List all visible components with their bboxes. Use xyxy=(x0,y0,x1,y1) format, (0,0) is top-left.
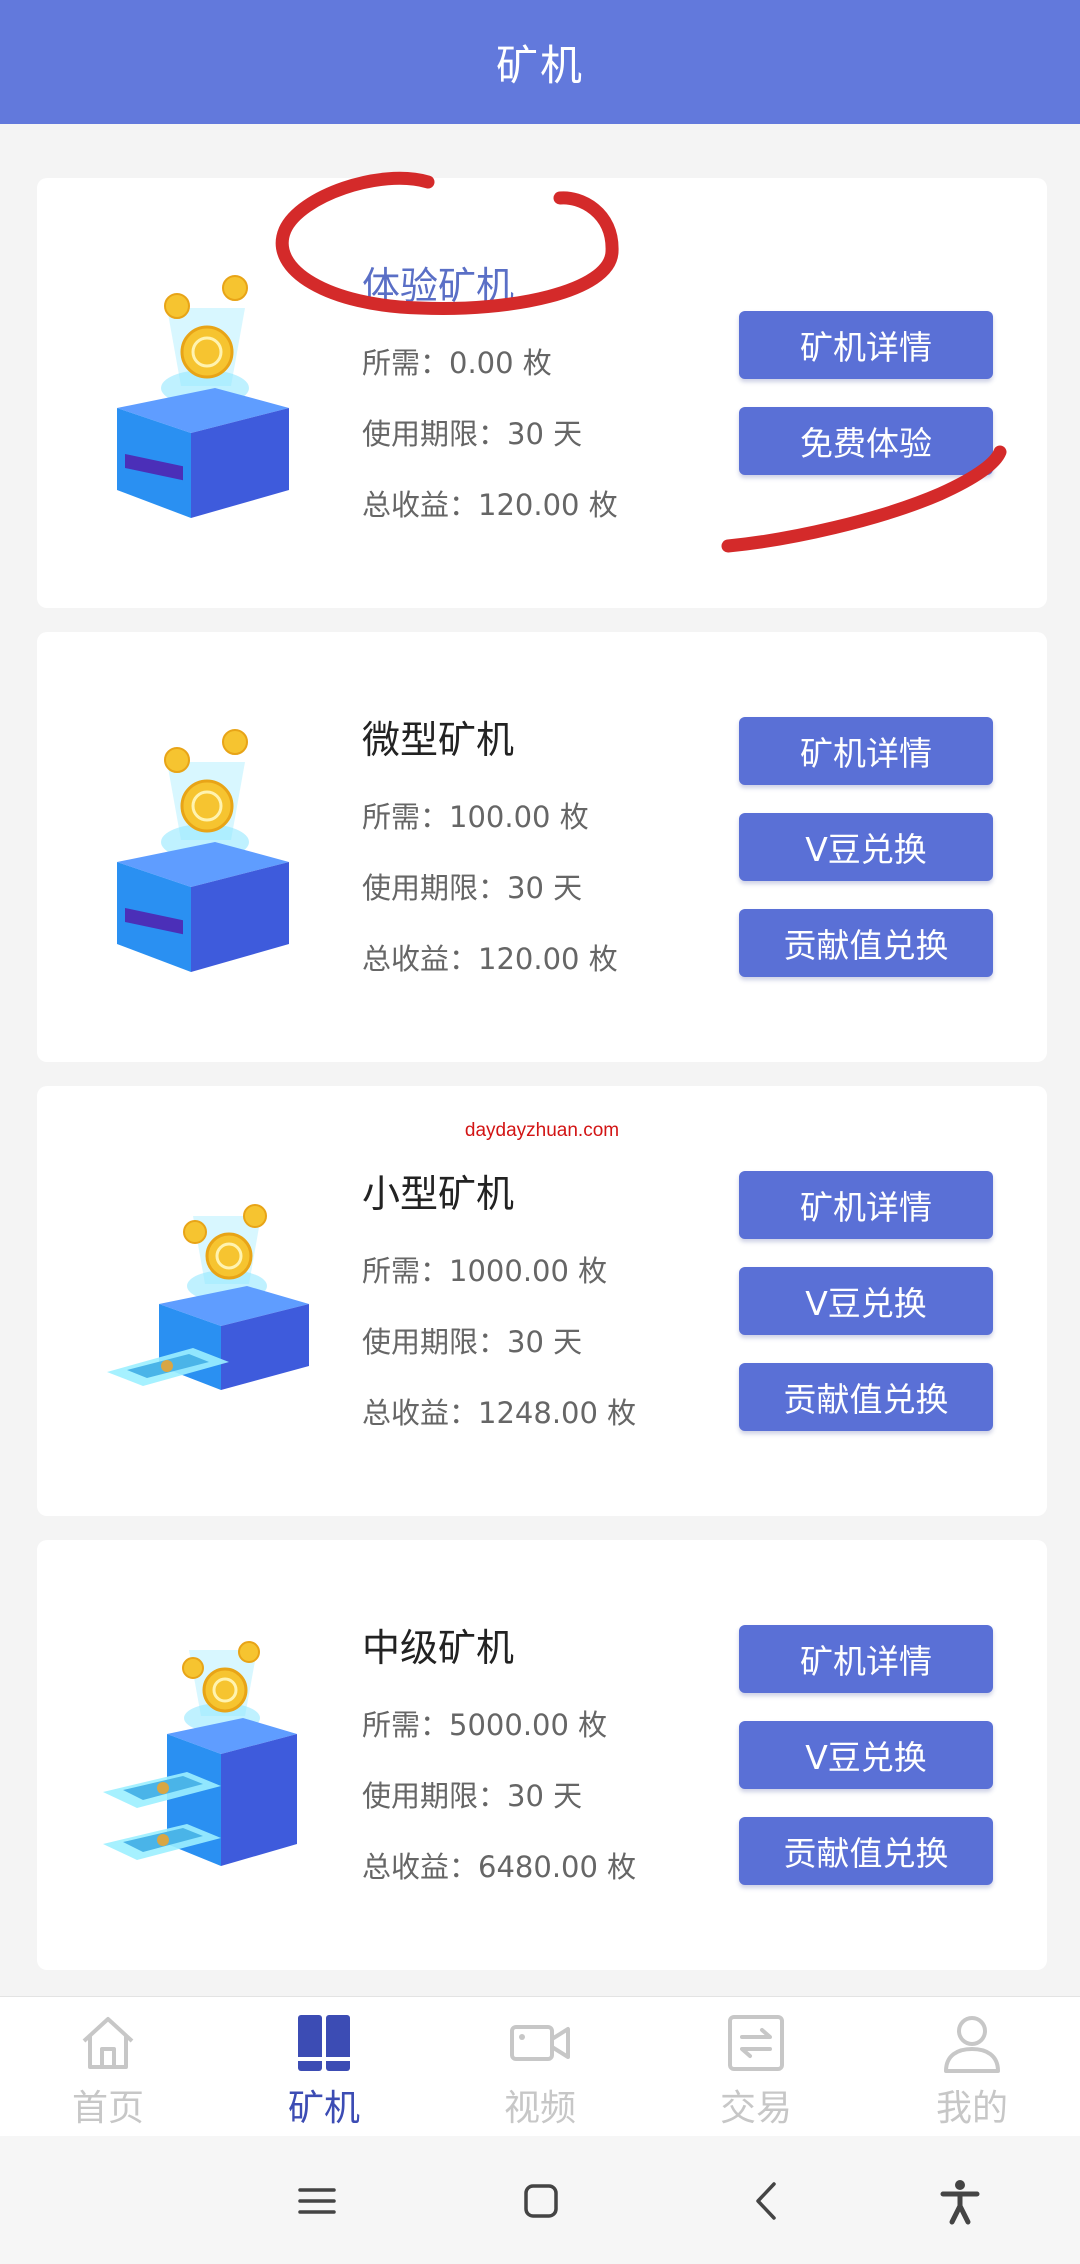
miner-period: 使用期限：30 天 xyxy=(362,871,583,905)
miner-income: 总收益：6480.00 枚 xyxy=(362,1850,637,1884)
miner-box-icon xyxy=(117,275,289,518)
accessibility-icon[interactable] xyxy=(935,2176,985,2226)
tab-label: 视频 xyxy=(503,2088,576,2129)
miner-actions: 矿机详情 V豆兑换 贡献值兑换 xyxy=(739,1086,993,1516)
tab-trade[interactable]: 交易 xyxy=(648,1997,864,2136)
miner-period: 使用期限：30 天 xyxy=(362,1325,583,1359)
miner-card: 中级矿机 所需：5000.00 枚 使用期限：30 天 总收益：6480.00 … xyxy=(37,1540,1047,1970)
tab-label: 首页 xyxy=(71,2088,144,2129)
miner-info: 中级矿机 所需：5000.00 枚 使用期限：30 天 总收益：6480.00 … xyxy=(362,1618,742,1903)
miner-details-button[interactable]: 矿机详情 xyxy=(739,1171,993,1239)
miner-name: 小型矿机 xyxy=(362,1172,515,1216)
tab-label: 矿机 xyxy=(287,2088,360,2129)
miner-box-icon xyxy=(103,1641,297,1866)
exchange-icon xyxy=(728,2015,784,2071)
v-bean-exchange-button[interactable]: V豆兑换 xyxy=(739,1267,993,1335)
system-navigation-bar xyxy=(0,2136,1080,2264)
miner-card: daydayzhuan.com 小型矿机 所需：1000.00 枚 使用期限：3… xyxy=(37,1086,1047,1516)
v-bean-exchange-button[interactable]: V豆兑换 xyxy=(739,1721,993,1789)
miner-price: 所需：0.00 枚 xyxy=(362,346,552,380)
miner-income: 总收益：120.00 枚 xyxy=(362,942,618,976)
miner-box-icon xyxy=(107,1204,309,1390)
miner-card: 微型矿机 所需：100.00 枚 使用期限：30 天 总收益：120.00 枚 … xyxy=(37,632,1047,1062)
person-icon xyxy=(944,2016,1000,2073)
miner-box-icon xyxy=(117,729,289,972)
back-icon[interactable] xyxy=(742,2176,792,2226)
contribution-exchange-button[interactable]: 贡献值兑换 xyxy=(739,1363,993,1431)
tab-label: 交易 xyxy=(719,2088,792,2129)
miner-card: 体验矿机 所需：0.00 枚 使用期限：30 天 总收益：120.00 枚 矿机… xyxy=(37,178,1047,608)
miner-income: 总收益：120.00 枚 xyxy=(362,488,618,522)
video-camera-icon xyxy=(510,2025,570,2061)
tab-video[interactable]: 视频 xyxy=(432,1997,648,2136)
contribution-exchange-button[interactable]: 贡献值兑换 xyxy=(739,1817,993,1885)
tab-mine[interactable]: 我的 xyxy=(864,1997,1080,2136)
miner-details-button[interactable]: 矿机详情 xyxy=(739,311,993,379)
home-icon xyxy=(82,2017,134,2069)
miner-price: 所需：5000.00 枚 xyxy=(362,1708,608,1742)
contribution-exchange-button[interactable]: 贡献值兑换 xyxy=(739,909,993,977)
mining-machine-icon xyxy=(298,2015,350,2071)
page-title: 矿机 xyxy=(495,40,584,90)
home-square-icon[interactable] xyxy=(516,2176,566,2226)
bottom-tab-bar: 首页 矿机 视频 交易 我的 xyxy=(0,1996,1080,2136)
miner-info: 小型矿机 所需：1000.00 枚 使用期限：30 天 总收益：1248.00 … xyxy=(362,1164,742,1449)
miner-actions: 矿机详情 V豆兑换 贡献值兑换 xyxy=(739,632,993,1062)
miner-price: 所需：100.00 枚 xyxy=(362,800,589,834)
miner-info: 微型矿机 所需：100.00 枚 使用期限：30 天 总收益：120.00 枚 xyxy=(362,710,742,995)
tab-home[interactable]: 首页 xyxy=(0,1997,216,2136)
miner-actions: 矿机详情 免费体验 xyxy=(739,178,993,608)
miner-name: 体验矿机 xyxy=(362,264,515,308)
miner-period: 使用期限：30 天 xyxy=(362,417,583,451)
miner-details-button[interactable]: 矿机详情 xyxy=(739,1625,993,1693)
free-trial-button[interactable]: 免费体验 xyxy=(739,407,993,475)
tab-label: 我的 xyxy=(935,2088,1008,2129)
miner-actions: 矿机详情 V豆兑换 贡献值兑换 xyxy=(739,1540,993,1970)
miner-name: 中级矿机 xyxy=(362,1626,515,1670)
miner-details-button[interactable]: 矿机详情 xyxy=(739,717,993,785)
app-header: 矿机 xyxy=(0,0,1080,124)
v-bean-exchange-button[interactable]: V豆兑换 xyxy=(739,813,993,881)
miner-price: 所需：1000.00 枚 xyxy=(362,1254,608,1288)
tab-miner[interactable]: 矿机 xyxy=(216,1997,432,2136)
miner-income: 总收益：1248.00 枚 xyxy=(362,1396,637,1430)
miner-name: 微型矿机 xyxy=(362,718,515,762)
miner-period: 使用期限：30 天 xyxy=(362,1779,583,1813)
miner-info: 体验矿机 所需：0.00 枚 使用期限：30 天 总收益：120.00 枚 xyxy=(362,256,742,541)
miner-list: 体验矿机 所需：0.00 枚 使用期限：30 天 总收益：120.00 枚 矿机… xyxy=(37,178,1047,1994)
menu-icon[interactable] xyxy=(292,2176,342,2226)
